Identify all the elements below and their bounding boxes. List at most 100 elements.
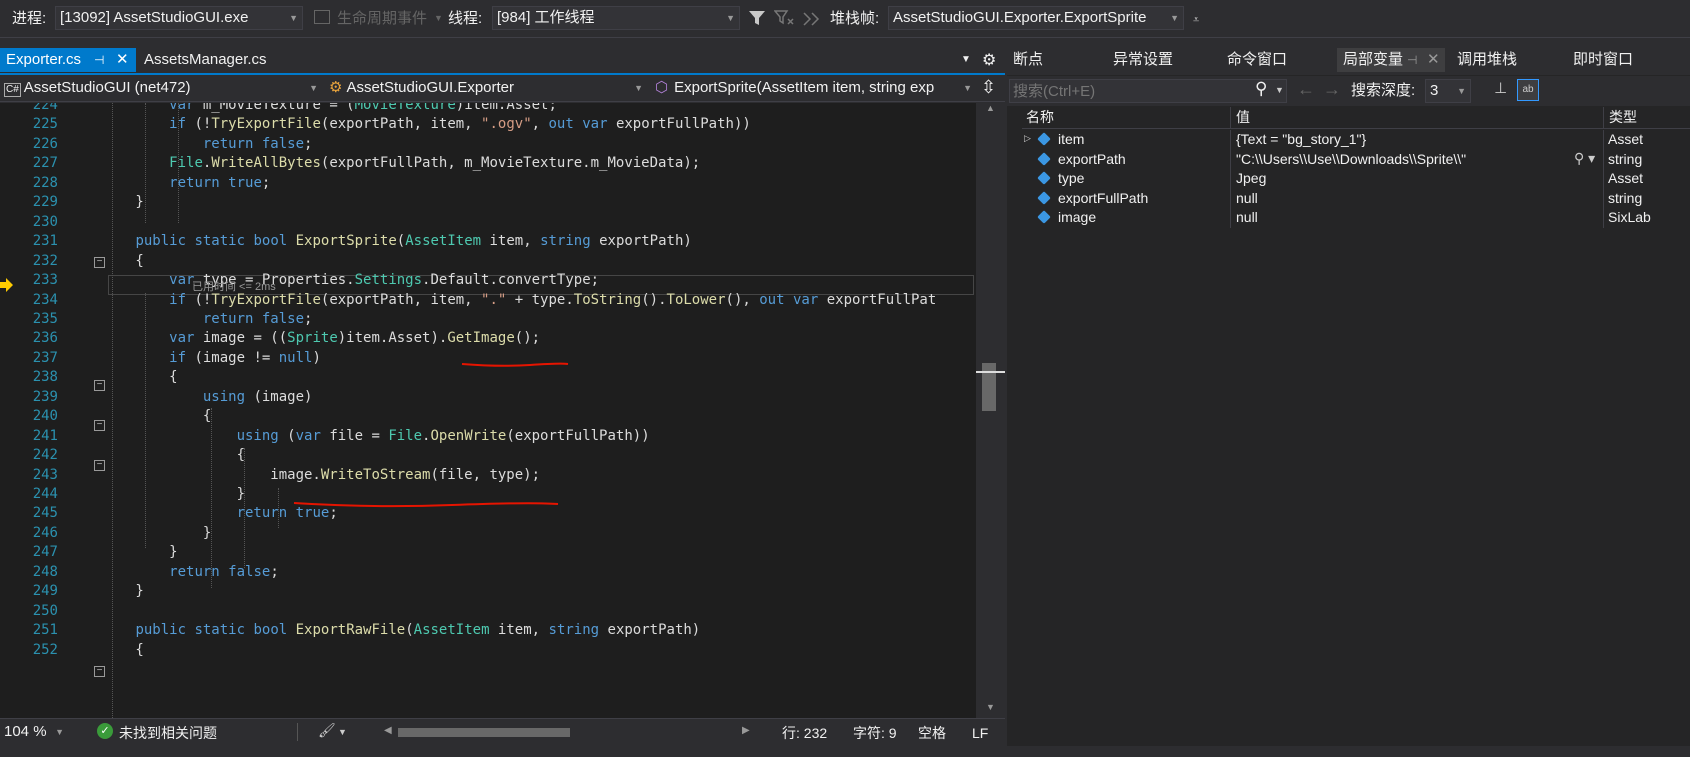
code-line: return false;	[68, 134, 313, 154]
line-ending[interactable]: LF	[972, 721, 988, 745]
code-line: {	[68, 251, 143, 271]
chevron-down-icon[interactable]: ▼	[1275, 85, 1284, 95]
column-header-name[interactable]: 名称	[1026, 108, 1054, 127]
local-type: string	[1608, 150, 1643, 167]
vertical-scrollbar[interactable]: ▲ ▼	[976, 103, 1005, 718]
code-token: (	[405, 622, 414, 639]
filter-toggle-icon[interactable]	[774, 9, 794, 27]
stackframe-value: AssetStudioGUI.Exporter.ExportSprite	[893, 9, 1147, 26]
code-token: .Default.convertType;	[422, 272, 600, 289]
scroll-up-icon[interactable]: ▲	[986, 103, 995, 113]
lifecycle-events-label[interactable]: 生命周期事件	[337, 7, 427, 31]
project-dropdown[interactable]: C# AssetStudioGUI (net472) ▼	[0, 77, 322, 101]
locals-row[interactable]: image null SixLab	[1022, 208, 1690, 228]
editor-status-bar: 104 % ▼ ✓ 未找到相关问题 🖌 ▼ ◀ ▶ 行: 232 字符: 9 空格…	[0, 718, 1005, 746]
indent-mode[interactable]: 空格	[918, 721, 946, 745]
locals-row[interactable]: ▷ item {Text = "bg_story_1"} Asset	[1022, 130, 1690, 150]
field-icon	[1037, 210, 1051, 224]
filter-icon[interactable]	[748, 9, 766, 27]
debug-tab[interactable]: 断点	[1007, 48, 1049, 72]
pin-columns-icon[interactable]: ⊥	[1494, 79, 1507, 97]
process-dropdown[interactable]: [13092] AssetStudioGUI.exe ▼	[55, 6, 303, 30]
line-number: 228	[32, 174, 58, 191]
code-token: (	[278, 427, 296, 444]
thread-label: 线程:	[448, 10, 483, 27]
code-token: out	[759, 291, 785, 308]
code-token: return	[202, 135, 254, 152]
code-token: (exportFullPath))	[506, 427, 650, 444]
visualizer-search-icon[interactable]: ⚲ ▾	[1574, 150, 1595, 167]
debug-tab[interactable]: 局部变量 ⊣ ✕	[1337, 48, 1445, 72]
pin-icon[interactable]: ⊣	[94, 48, 104, 72]
tab-label: Exporter.cs	[6, 51, 82, 68]
zoom-value: 104 %	[4, 723, 47, 740]
annotation-underline	[293, 502, 559, 508]
debug-tab[interactable]: 异常设置	[1107, 48, 1179, 72]
code-token: + type.	[506, 291, 574, 308]
locals-row[interactable]: exportFullPath null string	[1022, 188, 1690, 209]
thread-dropdown[interactable]: [984] 工作线程 ▼	[492, 6, 740, 30]
row-divider	[1230, 188, 1231, 209]
debug-tab[interactable]: 即时窗口	[1567, 48, 1639, 72]
tab-exporter-cs[interactable]: Exporter.cs ⊣ ✕	[0, 48, 136, 72]
horizontal-scrollbar-thumb[interactable]	[398, 728, 570, 737]
code-token: false	[261, 135, 305, 152]
chevron-down-icon: ▼	[1457, 86, 1466, 96]
code-token: exportFullPat	[818, 291, 937, 308]
debug-tab[interactable]: 调用堆栈	[1451, 48, 1523, 72]
close-icon[interactable]: ✕	[116, 48, 129, 72]
split-editor-icon[interactable]: ⇳	[981, 77, 996, 98]
code-token: item,	[489, 622, 549, 639]
code-token: true	[228, 174, 262, 191]
local-value: {Text = "bg_story_1"}	[1236, 131, 1367, 147]
locals-row[interactable]: type Jpeg Asset	[1022, 169, 1690, 189]
locals-row[interactable]: exportPath "C:\\Users\\Use\\Downloads\\Sp…	[1022, 149, 1690, 170]
scroll-down-icon[interactable]: ▼	[986, 702, 995, 712]
chevron-down-icon[interactable]: ▼	[338, 727, 347, 737]
forward-arrow-icon[interactable]: →	[1323, 79, 1341, 100]
line-number: 235	[32, 310, 58, 327]
chevron-down-icon: ▼	[55, 727, 64, 737]
local-value: "C:\\Users\\Use\\Downloads\\Sprite\\"	[1236, 150, 1467, 167]
line-number: 241	[32, 427, 58, 444]
line-number: 245	[32, 505, 58, 522]
class-icon: ⚙	[329, 79, 343, 96]
brush-icon[interactable]: 🖌	[318, 722, 336, 739]
scroll-left-icon[interactable]: ◀	[384, 725, 392, 736]
member-dropdown[interactable]: ⬡ ExportSprite(AssetItem item, string exp…	[651, 77, 976, 101]
class-dropdown[interactable]: ⚙ AssetStudioGUI.Exporter ▼	[325, 77, 647, 101]
flag-threads-icon[interactable]	[802, 9, 822, 27]
code-token: static	[194, 233, 246, 250]
toolbar-overflow-icon[interactable]: ⩡	[1193, 14, 1199, 27]
expand-arrow-icon[interactable]: ▷	[1024, 133, 1031, 144]
debug-tab[interactable]: 命令窗口	[1221, 48, 1293, 72]
column-header-value[interactable]: 值	[1236, 108, 1250, 127]
code-token: )	[312, 349, 321, 366]
gear-icon[interactable]: ⚙	[982, 50, 996, 70]
code-token: ExportRawFile	[295, 622, 406, 639]
locals-search-input[interactable]	[1009, 79, 1287, 103]
code-editor[interactable]: − − − − − 224 var m_MovieTexture = (Movi…	[0, 103, 1005, 718]
tab-list-dropdown-icon[interactable]: ▼	[961, 54, 971, 65]
hex-display-icon[interactable]: ab	[1517, 79, 1539, 101]
zoom-dropdown[interactable]: 104 % ▼	[0, 721, 68, 745]
issues-status[interactable]: 未找到相关问题	[119, 721, 217, 745]
scroll-right-icon[interactable]: ▶	[742, 725, 750, 736]
stackframe-dropdown[interactable]: AssetStudioGUI.Exporter.ExportSprite ▼	[888, 6, 1184, 30]
code-token: return	[169, 174, 220, 191]
search-depth-dropdown[interactable]: 3 ▼	[1425, 79, 1471, 103]
pin-icon[interactable]: ⊣	[1407, 48, 1417, 72]
search-icon[interactable]: ⚲	[1255, 79, 1267, 99]
column-header-type[interactable]: 类型	[1609, 108, 1637, 127]
collapse-icon[interactable]: −	[94, 666, 105, 677]
tab-assetsmanager-cs[interactable]: AssetsManager.cs	[138, 48, 273, 72]
close-icon[interactable]: ✕	[1427, 48, 1440, 72]
back-arrow-icon[interactable]: ←	[1297, 79, 1315, 100]
chevron-down-icon: ▼	[434, 13, 443, 23]
